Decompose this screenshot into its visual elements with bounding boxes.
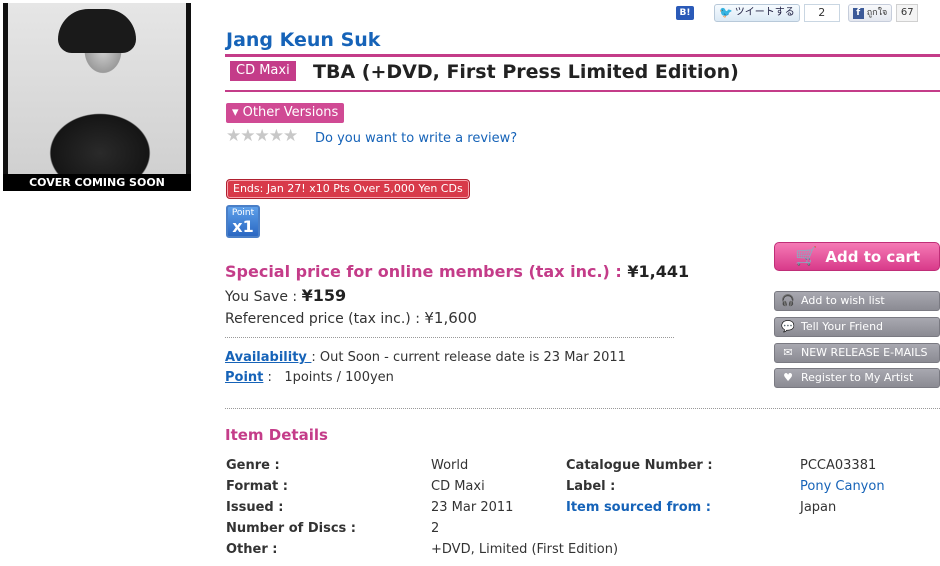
format-value: CD Maxi — [431, 479, 485, 494]
issued-value: 23 Mar 2011 — [431, 500, 514, 515]
format-badge: CD Maxi — [230, 61, 296, 81]
new-release-emails-button[interactable]: ✉ NEW RELEASE E-MAILS — [774, 343, 940, 363]
tell-friend-button[interactable]: 💬 Tell Your Friend — [774, 317, 940, 337]
availability-text: : Out Soon - current release date is 23 … — [311, 350, 626, 365]
new-release-label: NEW RELEASE E-MAILS — [801, 346, 928, 359]
special-price-label: Special price for online members (tax in… — [225, 262, 628, 281]
discs-label: Number of Discs : — [226, 521, 357, 536]
facebook-like-count: 67 — [896, 4, 919, 22]
cover-caption: COVER COMING SOON — [3, 174, 191, 191]
label-label: Label : — [566, 479, 616, 494]
point-separator: : — [263, 370, 277, 385]
tweet-label: ツイートする — [734, 7, 795, 18]
facebook-like-button[interactable]: f ถูกใจ — [847, 4, 893, 22]
cover-image: COVER COMING SOON — [3, 3, 191, 191]
point-badge-multiplier: x1 — [232, 217, 254, 236]
tell-friend-label: Tell Your Friend — [801, 320, 884, 333]
campaign-banner[interactable]: Ends: Jan 27! x10 Pts Over 5,000 Yen CDs — [226, 179, 470, 199]
register-artist-label: Register to My Artist — [801, 371, 914, 384]
facebook-icon: f — [852, 7, 864, 19]
special-price-amount: ¥1,441 — [627, 262, 690, 281]
add-to-wish-list-button[interactable]: 🎧 Add to wish list — [774, 291, 940, 311]
heart-icon: ♥ — [783, 371, 793, 384]
format-label: Format : — [226, 479, 288, 494]
referenced-price-amount: ¥1,600 — [424, 309, 477, 327]
title-divider-top — [225, 54, 940, 57]
hatena-bookmark-button[interactable]: B! — [676, 6, 694, 20]
issued-label: Issued : — [226, 500, 284, 515]
availability-row: Availability : Out Soon - current releas… — [225, 350, 626, 365]
you-save-amount: ¥159 — [301, 286, 347, 305]
tweet-count: 2 — [803, 4, 840, 22]
point-multiplier-badge: Point x1 — [226, 205, 260, 238]
other-value: +DVD, Limited (First Edition) — [431, 542, 619, 557]
register-artist-button[interactable]: ♥ Register to My Artist — [774, 368, 940, 388]
discs-value: 2 — [431, 521, 440, 536]
social-bar: B! 🐦 ツイートする 2 f ถูกใจ 67 — [676, 3, 919, 23]
other-label: Other : — [226, 542, 278, 557]
envelope-icon: ✉ — [783, 346, 793, 359]
you-save-label: You Save : — [225, 289, 302, 305]
artist-link[interactable]: Jang Keun Suk — [226, 29, 380, 51]
section-divider — [225, 408, 940, 409]
headphones-icon: 🎧 — [781, 294, 795, 307]
special-price: Special price for online members (tax in… — [225, 262, 689, 281]
item-sourced-link[interactable]: Item sourced from : — [566, 500, 711, 515]
cart-icon: 🛒 — [795, 245, 818, 267]
facebook-like-label: ถูกใจ — [866, 8, 888, 18]
product-title: TBA (+DVD, First Press Limited Edition) — [313, 61, 739, 83]
other-versions-button[interactable]: ▾ Other Versions — [226, 103, 345, 123]
item-details-heading: Item Details — [225, 426, 328, 444]
point-text: 1points / 100yen — [284, 370, 394, 385]
referenced-price: Referenced price (tax inc.) : ¥1,600 — [225, 309, 477, 327]
availability-link[interactable]: Availability — [225, 350, 311, 365]
point-link[interactable]: Point — [225, 370, 263, 385]
add-to-cart-label: Add to cart — [825, 247, 921, 266]
title-divider-bottom — [225, 90, 940, 92]
point-row: Point : 1points / 100yen — [225, 370, 394, 385]
speech-bubble-icon: 💬 — [781, 320, 795, 333]
referenced-price-label: Referenced price (tax inc.) : — [225, 311, 425, 327]
catalogue-value: PCCA03381 — [800, 458, 877, 473]
catalogue-label: Catalogue Number : — [566, 458, 713, 473]
artist-photo-hair — [58, 9, 136, 53]
wish-list-label: Add to wish list — [801, 294, 885, 307]
twitter-bird-icon: 🐦 — [719, 6, 733, 19]
genre-label: Genre : — [226, 458, 280, 473]
rating-stars: ★★★★★ — [226, 126, 298, 146]
price-divider — [225, 337, 674, 338]
add-to-cart-button[interactable]: 🛒 Add to cart — [774, 242, 940, 271]
you-save: You Save : ¥159 — [225, 286, 346, 305]
tweet-button[interactable]: 🐦 ツイートする — [714, 4, 800, 22]
label-link[interactable]: Pony Canyon — [800, 479, 885, 494]
write-review-link[interactable]: Do you want to write a review? — [315, 131, 517, 146]
sourced-value: Japan — [800, 500, 837, 515]
genre-value: World — [431, 458, 469, 473]
